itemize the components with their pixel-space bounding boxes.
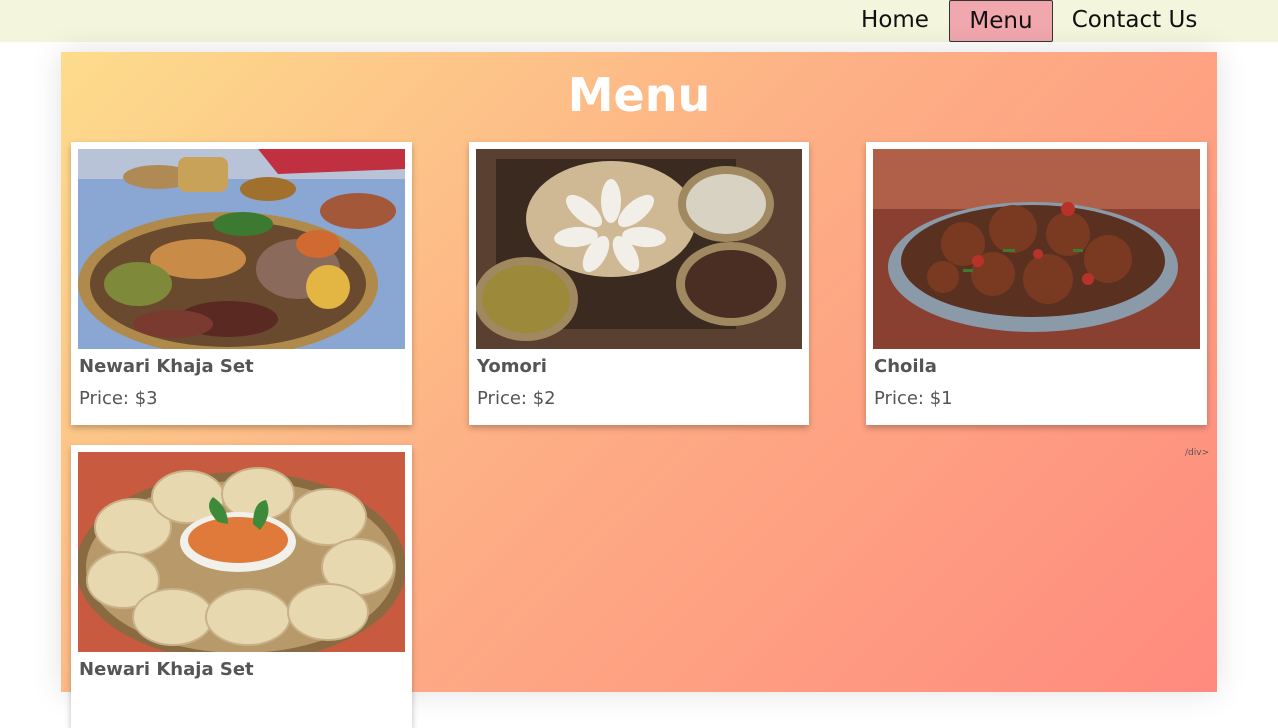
menu-card[interactable]: Newari Khaja Set <box>71 445 412 728</box>
menu-panel: Menu Newari Khaja Set Price: $3 Yomori P… <box>61 52 1217 728</box>
food-photo <box>78 452 405 652</box>
top-navbar: Home Menu Contact Us <box>0 0 1278 42</box>
item-name: Newari Khaja Set <box>79 356 254 377</box>
menu-card[interactable]: Newari Khaja Set Price: $3 <box>71 142 412 425</box>
menu-card[interactable]: Choila Price: $1 <box>866 142 1207 425</box>
item-price: Price: $1 <box>874 388 953 409</box>
item-name: Choila <box>874 356 937 377</box>
stray-markup-text: /div> <box>1185 448 1210 458</box>
nav-menu-link[interactable]: Menu <box>949 0 1053 42</box>
menu-card[interactable]: Yomori Price: $2 <box>469 142 809 425</box>
nav-home-link[interactable]: Home <box>850 0 940 40</box>
food-photo <box>476 149 802 349</box>
page-title: Menu <box>567 68 711 122</box>
item-name: Yomori <box>477 356 547 377</box>
food-photo <box>78 149 405 349</box>
nav-contact-link[interactable]: Contact Us <box>1062 0 1207 40</box>
item-name: Newari Khaja Set <box>79 659 254 680</box>
item-price: Price: $3 <box>79 388 158 409</box>
item-price: Price: $2 <box>477 388 556 409</box>
food-photo <box>873 149 1200 349</box>
